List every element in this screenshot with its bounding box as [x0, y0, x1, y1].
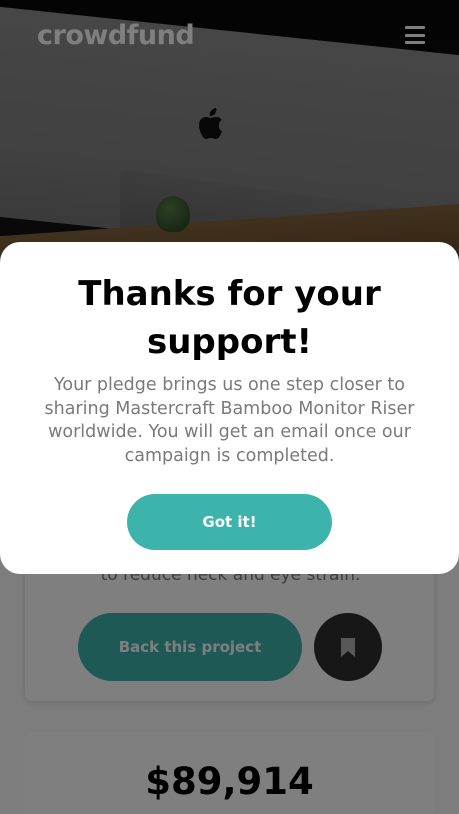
got-it-button[interactable]: Got it! — [127, 494, 332, 550]
modal-title: Thanks for your support! — [78, 274, 381, 362]
modal-message: Your pledge brings us one step closer to… — [44, 375, 415, 466]
success-modal: Thanks for your support! Your pledge bri… — [0, 242, 459, 574]
